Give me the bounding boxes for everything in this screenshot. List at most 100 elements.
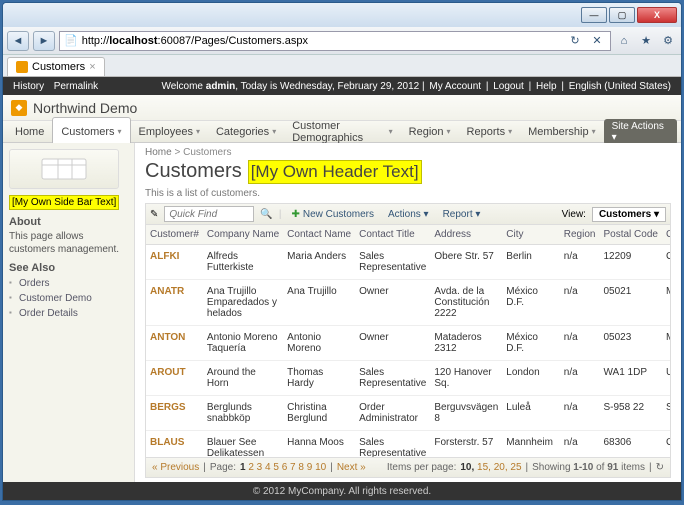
ipp-option[interactable]: 10,	[460, 462, 474, 473]
column-header[interactable]: Postal Code	[599, 225, 661, 245]
refresh-icon[interactable]: ↻	[566, 32, 584, 50]
tools-icon[interactable]: ⚙	[659, 32, 677, 50]
column-header[interactable]: Contact Title	[355, 225, 430, 245]
page-number[interactable]: 4	[262, 462, 270, 473]
url-host: localhost	[109, 35, 157, 47]
url-input[interactable]: 📄 http://localhost:60087/Pages/Customers…	[59, 31, 611, 51]
page-number[interactable]: 5	[271, 462, 279, 473]
cell-id[interactable]: ANATR	[146, 280, 203, 326]
page-number[interactable]: 8	[296, 462, 304, 473]
tab-close-icon[interactable]: ×	[89, 61, 95, 73]
cell-company: Antonio Moreno Taquería	[203, 326, 283, 361]
new-button[interactable]: ✚New Customers	[287, 207, 378, 222]
sidebar-link[interactable]: Order Details	[9, 306, 128, 321]
breadcrumb-current: Customers	[183, 147, 231, 158]
ipp-option[interactable]: 20,	[491, 462, 508, 473]
cell-region: n/a	[560, 280, 600, 326]
min-button[interactable]: —	[581, 7, 607, 23]
eraser-icon[interactable]: ✎	[150, 209, 158, 220]
table-row[interactable]: BERGSBerglunds snabbköpChristina Berglun…	[146, 396, 671, 431]
view-selector[interactable]: Customers ▾	[592, 207, 666, 222]
titlebar: — ▢ X	[3, 3, 681, 27]
column-header[interactable]: City	[502, 225, 559, 245]
cell-city: Mannheim	[502, 431, 559, 459]
column-header[interactable]: Contact Name	[283, 225, 355, 245]
table-row[interactable]: ANATRAna Trujillo Emparedados y heladosA…	[146, 280, 671, 326]
page-label: Page:	[210, 462, 236, 473]
site-actions-button[interactable]: Site Actions ▾	[604, 119, 677, 145]
breadcrumb-home[interactable]: Home	[145, 147, 172, 158]
page-number[interactable]: 2	[246, 462, 254, 473]
cell-postal: 05021	[599, 280, 661, 326]
column-header[interactable]: Country	[662, 225, 671, 245]
sidebar-link[interactable]: Orders	[9, 276, 128, 291]
cell-id[interactable]: AROUT	[146, 361, 203, 396]
cell-region: n/a	[560, 431, 600, 459]
cell-country: Germany	[662, 245, 671, 280]
table-row[interactable]: BLAUSBlauer See DelikatessenHanna MoosSa…	[146, 431, 671, 459]
cell-id[interactable]: ALFKI	[146, 245, 203, 280]
breadcrumb: Home > Customers	[145, 147, 671, 158]
footer: © 2012 MyCompany. All rights reserved.	[3, 482, 681, 500]
page-number[interactable]: 10	[312, 462, 326, 473]
sidebar-link[interactable]: Customer Demo	[9, 291, 128, 306]
about-text: This page allows customers management.	[9, 230, 128, 256]
nav-region[interactable]: Region	[401, 117, 459, 147]
search-icon[interactable]: 🔍	[260, 209, 272, 220]
table-row[interactable]: ALFKIAlfreds FutterkisteMaria AndersSale…	[146, 245, 671, 280]
cell-title: Sales Representative	[355, 245, 430, 280]
nav-employees[interactable]: Employees	[131, 117, 208, 147]
favorites-icon[interactable]: ★	[637, 32, 655, 50]
table-row[interactable]: ANTONAntonio Moreno TaqueríaAntonio More…	[146, 326, 671, 361]
cell-id[interactable]: BLAUS	[146, 431, 203, 459]
cell-title: Order Administrator	[355, 396, 430, 431]
forward-button[interactable]: ►	[33, 31, 55, 51]
refresh-grid-icon[interactable]: ↻	[656, 462, 664, 473]
cell-contact: Maria Anders	[283, 245, 355, 280]
nav-customers[interactable]: Customers	[52, 117, 130, 147]
language-link[interactable]: English (United States)	[569, 81, 671, 92]
cell-id[interactable]: BERGS	[146, 396, 203, 431]
tab-customers[interactable]: Customers ×	[7, 57, 105, 76]
permalink-link[interactable]: Permalink	[54, 81, 98, 92]
nav-categories[interactable]: Categories	[208, 117, 284, 147]
ipp-option[interactable]: 25	[508, 462, 522, 473]
home-icon[interactable]: ⌂	[615, 32, 633, 50]
next-page[interactable]: Next »	[337, 462, 366, 473]
column-header[interactable]: Customer#	[146, 225, 203, 245]
page-number[interactable]: 7	[287, 462, 295, 473]
favicon-icon	[16, 61, 28, 73]
cell-postal: 05023	[599, 326, 661, 361]
actions-button[interactable]: Actions ▾	[384, 207, 433, 222]
cell-country: UK	[662, 361, 671, 396]
my-account-link[interactable]: My Account	[429, 81, 481, 92]
stop-icon[interactable]: ✕	[588, 32, 606, 50]
back-button[interactable]: ◄	[7, 31, 29, 51]
nav-reports[interactable]: Reports	[459, 117, 521, 147]
quick-find-input[interactable]	[164, 206, 254, 222]
report-button[interactable]: Report ▾	[439, 207, 485, 222]
table-row[interactable]: AROUTAround the HornThomas HardySales Re…	[146, 361, 671, 396]
logout-link[interactable]: Logout	[493, 81, 524, 92]
cell-contact: Christina Berglund	[283, 396, 355, 431]
column-header[interactable]: Address	[430, 225, 502, 245]
prev-page[interactable]: « Previous	[152, 462, 199, 473]
nav-home[interactable]: Home	[7, 117, 52, 147]
ipp-option[interactable]: 15,	[474, 462, 491, 473]
cell-id[interactable]: ANTON	[146, 326, 203, 361]
cell-company: Berglunds snabbköp	[203, 396, 283, 431]
max-button[interactable]: ▢	[609, 7, 635, 23]
nav-membership[interactable]: Membership	[520, 117, 604, 147]
nav-customer-demographics[interactable]: Customer Demographics	[284, 117, 400, 147]
column-header[interactable]: Company Name	[203, 225, 283, 245]
see-also-heading: See Also	[9, 262, 128, 274]
close-button[interactable]: X	[637, 7, 677, 23]
page-title-highlight: [My Own Header Text]	[248, 160, 422, 184]
tab-title: Customers	[32, 61, 85, 73]
history-link[interactable]: History	[13, 81, 44, 92]
help-link[interactable]: Help	[536, 81, 557, 92]
column-header[interactable]: Region	[560, 225, 600, 245]
page-number[interactable]: 3	[254, 462, 262, 473]
cell-region: n/a	[560, 361, 600, 396]
tab-strip: Customers ×	[3, 55, 681, 77]
